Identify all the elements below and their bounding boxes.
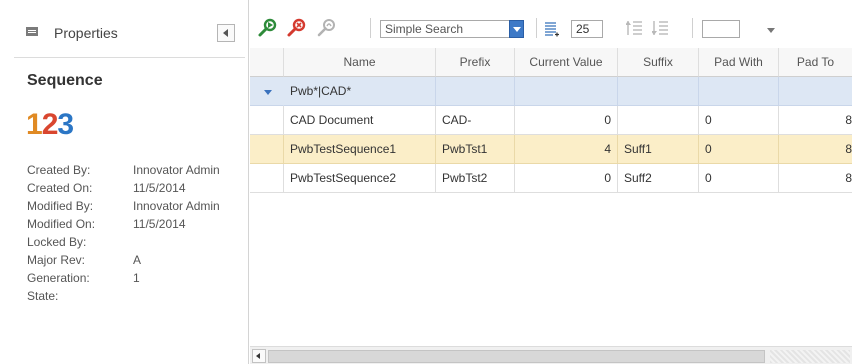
cell-pad-to: 8 [779,164,852,193]
scroll-thumb[interactable] [268,350,765,363]
cell-suffix: Suff2 [618,164,699,193]
horizontal-scrollbar[interactable] [250,346,852,364]
row-indent [250,164,284,193]
table-row-selected[interactable]: PwbTestSequence1 PwbTst1 4 Suff1 0 8 [250,135,852,164]
cell-prefix: PwbTst1 [436,135,515,164]
cell-suffix [618,106,699,135]
prop-value: 11/5/2014 [133,181,186,195]
prop-value: A [133,253,142,267]
row-indent [250,106,284,135]
prop-label: Locked By: [27,235,87,249]
sequence-type-icon-digit: 3 [57,108,74,141]
toolbar-separator [370,18,371,38]
group-cell [779,77,852,106]
item-type-label: Sequence [27,72,103,89]
chevron-down-icon[interactable] [767,28,775,33]
search-mode-select[interactable]: Simple Search [380,20,524,38]
page-size-icon [545,22,559,37]
prop-label: Modified By: [27,199,94,213]
cell-pad-with: 0 [699,135,779,164]
cell-pad-to: 8 [779,135,852,164]
sequence-grid: Name Prefix Current Value Suffix Pad Wit… [250,48,852,344]
group-label: Pwb*|CAD* [284,77,436,106]
cell-name: PwbTestSequence1 [284,135,436,164]
prop-label: Generation: [27,271,90,285]
next-page-icon[interactable] [652,18,670,38]
prop-label: Created By: [27,163,91,177]
prop-label: Created On: [27,181,93,195]
saved-search-icon[interactable] [316,18,338,38]
cell-pad-with: 0 [699,164,779,193]
page-size-input[interactable]: 25 [571,20,603,38]
properties-header: Properties [14,14,245,58]
sequence-type-icon-digit: 1 [26,108,43,141]
cell-pad-with: 0 [699,106,779,135]
cell-suffix: Suff1 [618,135,699,164]
row-indent [250,135,284,164]
filter-select[interactable] [702,20,740,38]
column-header-prefix[interactable]: Prefix [436,48,515,77]
properties-title: Properties [54,25,118,41]
scroll-track[interactable] [770,350,850,363]
prop-value: Innovator Admin [133,163,220,177]
toolbar-separator [536,18,537,38]
column-header-name[interactable]: Name [284,48,436,77]
prop-value: 1 [133,271,140,285]
grid-header-row: Name Prefix Current Value Suffix Pad Wit… [250,48,852,77]
column-header-pad-to[interactable]: Pad To [779,48,852,77]
prop-label: State: [27,289,59,303]
cell-current-value: 0 [515,106,618,135]
table-row[interactable]: CAD Document CAD- 0 0 8 [250,106,852,135]
clear-search-icon[interactable] [286,18,308,38]
search-grid-area: Simple Search 25 Name Prefix Current Val… [250,0,852,364]
prop-label: Major Rev: [27,253,86,267]
cell-current-value: 4 [515,135,618,164]
cell-current-value: 0 [515,164,618,193]
prop-value: 11/5/2014 [133,217,186,231]
cell-pad-to: 8 [779,106,852,135]
prop-label: Modified On: [27,217,96,231]
cell-name: PwbTestSequence2 [284,164,436,193]
search-mode-value: Simple Search [385,22,464,36]
cell-name: CAD Document [284,106,436,135]
column-header-expander [250,48,284,77]
run-search-icon[interactable] [257,18,279,38]
group-cell [699,77,779,106]
collapse-panel-button[interactable] [217,24,235,42]
column-header-current-value[interactable]: Current Value [515,48,618,77]
group-cell [515,77,618,106]
group-cell [436,77,515,106]
cell-prefix: CAD- [436,106,515,135]
group-row[interactable]: Pwb*|CAD* [250,77,852,106]
scroll-left-button[interactable] [252,349,266,363]
properties-panel: Properties Sequence 123 Created By: Innov… [0,0,249,364]
column-header-suffix[interactable]: Suffix [618,48,699,77]
sequence-type-icon-digit: 2 [41,108,59,141]
search-toolbar: Simple Search 25 [250,0,852,46]
chevron-down-icon[interactable] [509,20,524,38]
prev-page-icon[interactable] [626,18,644,38]
chevron-down-icon[interactable] [264,90,272,95]
group-expander[interactable] [250,77,284,106]
sequence-type-icon: 123 [26,108,74,141]
prop-value: Innovator Admin [133,199,220,213]
properties-icon [26,27,38,36]
column-header-pad-with[interactable]: Pad With [699,48,779,77]
cell-prefix: PwbTst2 [436,164,515,193]
table-row[interactable]: PwbTestSequence2 PwbTst2 0 Suff2 0 8 [250,164,852,193]
group-cell [618,77,699,106]
toolbar-separator [692,18,693,38]
